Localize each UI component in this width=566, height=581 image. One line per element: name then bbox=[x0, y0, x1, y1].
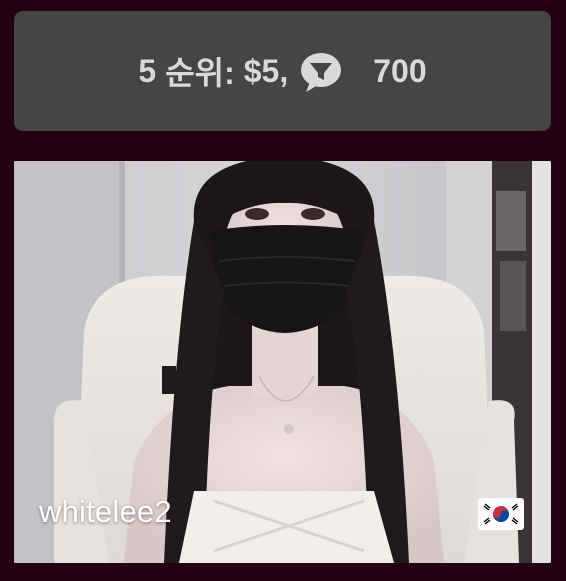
rank-amount: $5, bbox=[243, 52, 289, 89]
rank-number: 5 bbox=[138, 52, 157, 89]
speech-bubble-funnel-icon bbox=[296, 46, 346, 96]
rank-count: 700 bbox=[373, 52, 427, 89]
rank-banner[interactable]: 5 순위: $5, 700 bbox=[14, 11, 551, 131]
south-korea-flag-icon bbox=[478, 498, 524, 530]
rank-label: 순위: bbox=[165, 55, 235, 91]
stream-thumbnail[interactable]: whitelee2 bbox=[14, 161, 551, 563]
streamer-username[interactable]: whitelee2 bbox=[39, 494, 172, 530]
